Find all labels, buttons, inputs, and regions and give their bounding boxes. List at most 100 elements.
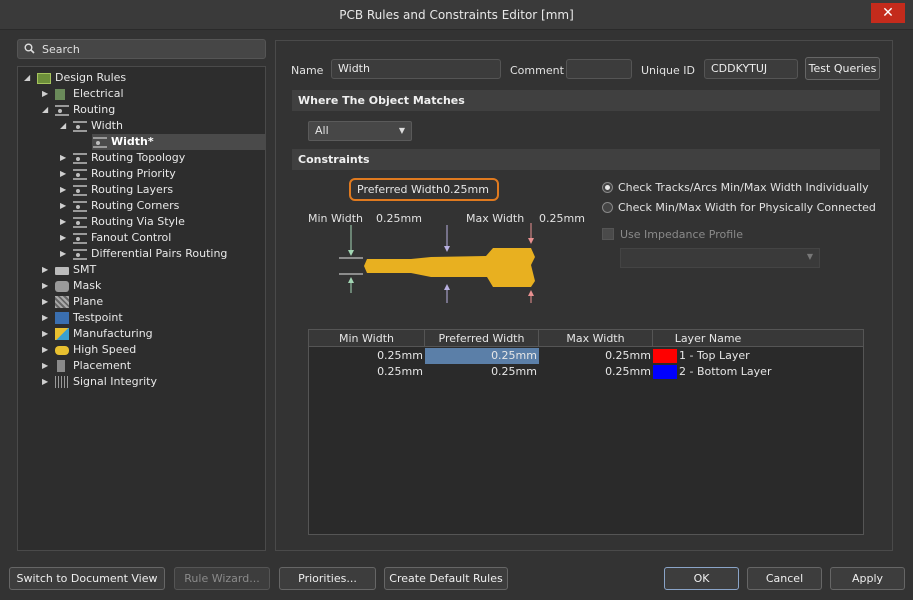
- signal-integrity-icon: [55, 376, 69, 388]
- tree-item-width[interactable]: ◢ Width: [60, 118, 250, 134]
- name-field[interactable]: Width: [331, 59, 501, 79]
- cell-layer-name[interactable]: 1 - Top Layer: [679, 348, 779, 364]
- preferred-width-highlight[interactable]: Preferred Width 0.25mm: [349, 178, 499, 201]
- collapsed-arrow-icon[interactable]: ▶: [42, 262, 52, 278]
- width-rule-icon: [73, 121, 87, 132]
- tree-item-electrical[interactable]: ▶ Electrical: [42, 86, 252, 102]
- tree-item-placement[interactable]: ▶ Placement: [42, 358, 252, 374]
- plane-icon: [55, 296, 69, 308]
- priorities-button[interactable]: Priorities...: [279, 567, 376, 590]
- expanded-arrow-icon[interactable]: ◢: [60, 118, 70, 134]
- collapsed-arrow-icon[interactable]: ▶: [42, 278, 52, 294]
- radio-check-individually[interactable]: [602, 182, 613, 193]
- tree-item-testpoint[interactable]: ▶ Testpoint: [42, 310, 252, 326]
- collapsed-arrow-icon[interactable]: ▶: [60, 166, 70, 182]
- cell-preferred-width[interactable]: 0.25mm: [425, 364, 539, 380]
- tree-item-routing-via-style[interactable]: ▶ Routing Via Style: [60, 214, 260, 230]
- col-layer-name[interactable]: Layer Name: [653, 330, 763, 347]
- use-impedance-checkbox[interactable]: [602, 228, 614, 240]
- impedance-profile-dropdown[interactable]: ▼: [620, 248, 820, 268]
- collapsed-arrow-icon[interactable]: ▶: [42, 358, 52, 374]
- collapsed-arrow-icon[interactable]: ▶: [42, 86, 52, 102]
- routing-corners-icon: [73, 201, 87, 212]
- cell-min-width[interactable]: 0.25mm: [309, 348, 425, 364]
- expanded-arrow-icon[interactable]: ◢: [42, 102, 52, 118]
- create-default-rules-button[interactable]: Create Default Rules: [384, 567, 508, 590]
- tree-item-routing-layers[interactable]: ▶ Routing Layers: [60, 182, 260, 198]
- collapsed-arrow-icon[interactable]: ▶: [60, 214, 70, 230]
- tree-item-routing-priority[interactable]: ▶ Routing Priority: [60, 166, 260, 182]
- search-box[interactable]: Search: [17, 39, 266, 59]
- routing-icon: [55, 105, 69, 116]
- dropdown-arrow-icon: ▼: [806, 252, 813, 261]
- comment-label: Comment: [510, 64, 564, 77]
- rule-editor-panel: Name Width Comment Unique ID CDDKYTUJ Te…: [275, 40, 893, 551]
- routing-via-style-icon: [73, 217, 87, 228]
- track-width-diagram: [339, 223, 535, 303]
- search-input[interactable]: Search: [42, 43, 80, 56]
- cell-preferred-width[interactable]: 0.25mm: [425, 348, 539, 364]
- col-max-width[interactable]: Max Width: [539, 330, 653, 347]
- routing-priority-icon: [73, 169, 87, 180]
- collapsed-arrow-icon[interactable]: ▶: [60, 230, 70, 246]
- radio-check-physically-connected[interactable]: [602, 202, 613, 213]
- tree-item-high-speed[interactable]: ▶ High Speed: [42, 342, 252, 358]
- rules-tree[interactable]: ◢ Design Rules ▶ Electrical ◢ Routing ◢ …: [17, 66, 266, 551]
- table-row[interactable]: 0.25mm 0.25mm 0.25mm 2 - Bottom Layer: [309, 364, 863, 380]
- tree-item-routing-corners[interactable]: ▶ Routing Corners: [60, 198, 260, 214]
- tree-item-width-rule[interactable]: Width*: [93, 134, 253, 150]
- tree-item-fanout-control[interactable]: ▶ Fanout Control: [60, 230, 260, 246]
- expanded-arrow-icon[interactable]: ◢: [24, 70, 34, 86]
- tree-item-smt[interactable]: ▶ SMT: [42, 262, 252, 278]
- tree-root-design-rules[interactable]: ◢ Design Rules: [24, 70, 254, 86]
- collapsed-arrow-icon[interactable]: ▶: [60, 182, 70, 198]
- col-min-width[interactable]: Min Width: [309, 330, 425, 347]
- collapsed-arrow-icon[interactable]: ▶: [42, 374, 52, 390]
- layer-color-swatch: [653, 365, 677, 379]
- collapsed-arrow-icon[interactable]: ▶: [42, 326, 52, 342]
- switch-to-document-view-button[interactable]: Switch to Document View: [9, 567, 165, 590]
- tree-item-routing-topology[interactable]: ▶ Routing Topology: [60, 150, 260, 166]
- collapsed-arrow-icon[interactable]: ▶: [42, 342, 52, 358]
- match-scope-dropdown[interactable]: All ▼: [308, 121, 412, 141]
- tree-item-plane[interactable]: ▶ Plane: [42, 294, 252, 310]
- smt-icon: [55, 267, 69, 275]
- col-preferred-width[interactable]: Preferred Width: [425, 330, 539, 347]
- radio-check-physically-connected-label[interactable]: Check Min/Max Width for Physically Conne…: [618, 201, 876, 214]
- collapsed-arrow-icon[interactable]: ▶: [60, 150, 70, 166]
- cancel-button[interactable]: Cancel: [747, 567, 822, 590]
- table-header: Min Width Preferred Width Max Width Laye…: [309, 330, 863, 347]
- tree-item-mask[interactable]: ▶ Mask: [42, 278, 252, 294]
- where-object-matches-header: Where The Object Matches: [292, 90, 880, 111]
- close-button[interactable]: ✕: [871, 3, 905, 23]
- test-queries-button[interactable]: Test Queries: [805, 57, 880, 80]
- name-label: Name: [291, 64, 324, 77]
- ok-button[interactable]: OK: [664, 567, 739, 590]
- tree-item-manufacturing[interactable]: ▶ Manufacturing: [42, 326, 252, 342]
- width-layer-table: Min Width Preferred Width Max Width Laye…: [308, 329, 864, 535]
- radio-check-individually-label[interactable]: Check Tracks/Arcs Min/Max Width Individu…: [618, 181, 869, 194]
- table-row[interactable]: 0.25mm 0.25mm 0.25mm 1 - Top Layer: [309, 348, 863, 364]
- tree-item-signal-integrity[interactable]: ▶ Signal Integrity: [42, 374, 252, 390]
- collapsed-arrow-icon[interactable]: ▶: [60, 198, 70, 214]
- unique-id-label: Unique ID: [641, 64, 696, 77]
- preferred-width-value[interactable]: 0.25mm: [443, 180, 489, 199]
- cell-max-width[interactable]: 0.25mm: [539, 364, 653, 380]
- preferred-width-label: Preferred Width: [357, 183, 443, 196]
- apply-button[interactable]: Apply: [830, 567, 905, 590]
- cell-layer-name[interactable]: 2 - Bottom Layer: [679, 364, 799, 380]
- cell-min-width[interactable]: 0.25mm: [309, 364, 425, 380]
- mask-icon: [55, 281, 69, 292]
- tree-item-routing[interactable]: ◢ Routing: [42, 102, 252, 118]
- collapsed-arrow-icon[interactable]: ▶: [60, 246, 70, 262]
- unique-id-field[interactable]: CDDKYTUJ: [704, 59, 798, 79]
- cell-max-width[interactable]: 0.25mm: [539, 348, 653, 364]
- tree-item-differential-pairs-routing[interactable]: ▶ Differential Pairs Routing: [60, 246, 264, 262]
- comment-field[interactable]: [566, 59, 632, 79]
- dialog-body: Search ◢ Design Rules ▶ Electrical ◢ Rou…: [0, 30, 913, 600]
- rule-wizard-button[interactable]: Rule Wizard...: [174, 567, 270, 590]
- collapsed-arrow-icon[interactable]: ▶: [42, 310, 52, 326]
- window-title: PCB Rules and Constraints Editor [mm]: [339, 8, 574, 22]
- collapsed-arrow-icon[interactable]: ▶: [42, 294, 52, 310]
- high-speed-icon: [55, 346, 69, 355]
